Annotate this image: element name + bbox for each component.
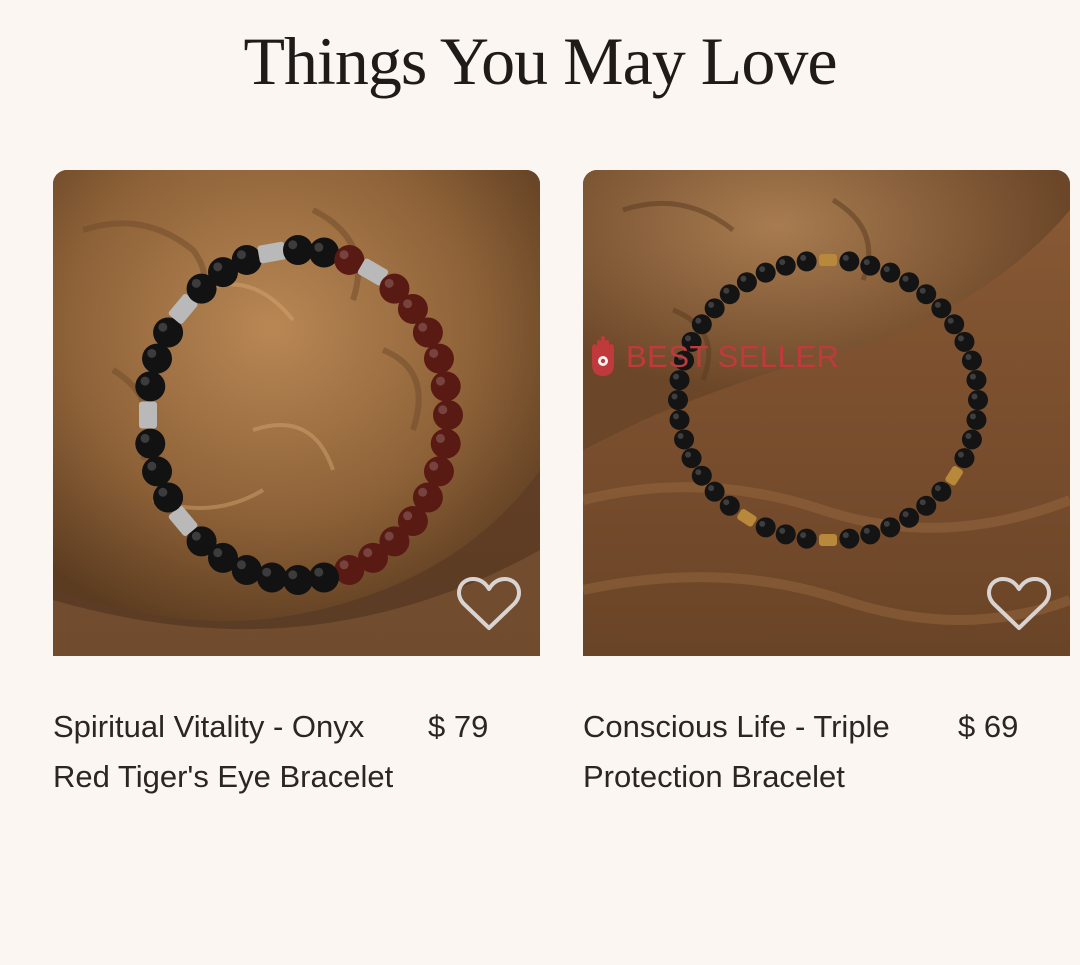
product-name[interactable]: Conscious Life - Triple Protection Brace… [583, 702, 933, 802]
product-image[interactable] [53, 170, 540, 656]
product-price: $ 69 [958, 709, 1019, 744]
badge-label: BEST SELLER [626, 339, 840, 374]
product-card[interactable]: Spiritual Vitality - Onyx Red Tiger's Ey… [53, 170, 540, 812]
wishlist-button[interactable] [456, 574, 522, 634]
product-price: $ 79 [428, 709, 489, 744]
section-title: Things You May Love [243, 23, 837, 99]
hamsa-hand-icon [592, 336, 614, 376]
wishlist-button[interactable] [986, 574, 1052, 634]
product-name[interactable]: Spiritual Vitality - Onyx Red Tiger's Ey… [53, 702, 403, 802]
heart-outline-icon [987, 577, 1051, 630]
product-card[interactable]: Conscious Life - Triple Protection Brace… [583, 170, 1070, 812]
heart-outline-icon [457, 577, 521, 630]
product-image[interactable] [583, 170, 1070, 656]
best-seller-badge: BEST SELLER [588, 334, 839, 380]
